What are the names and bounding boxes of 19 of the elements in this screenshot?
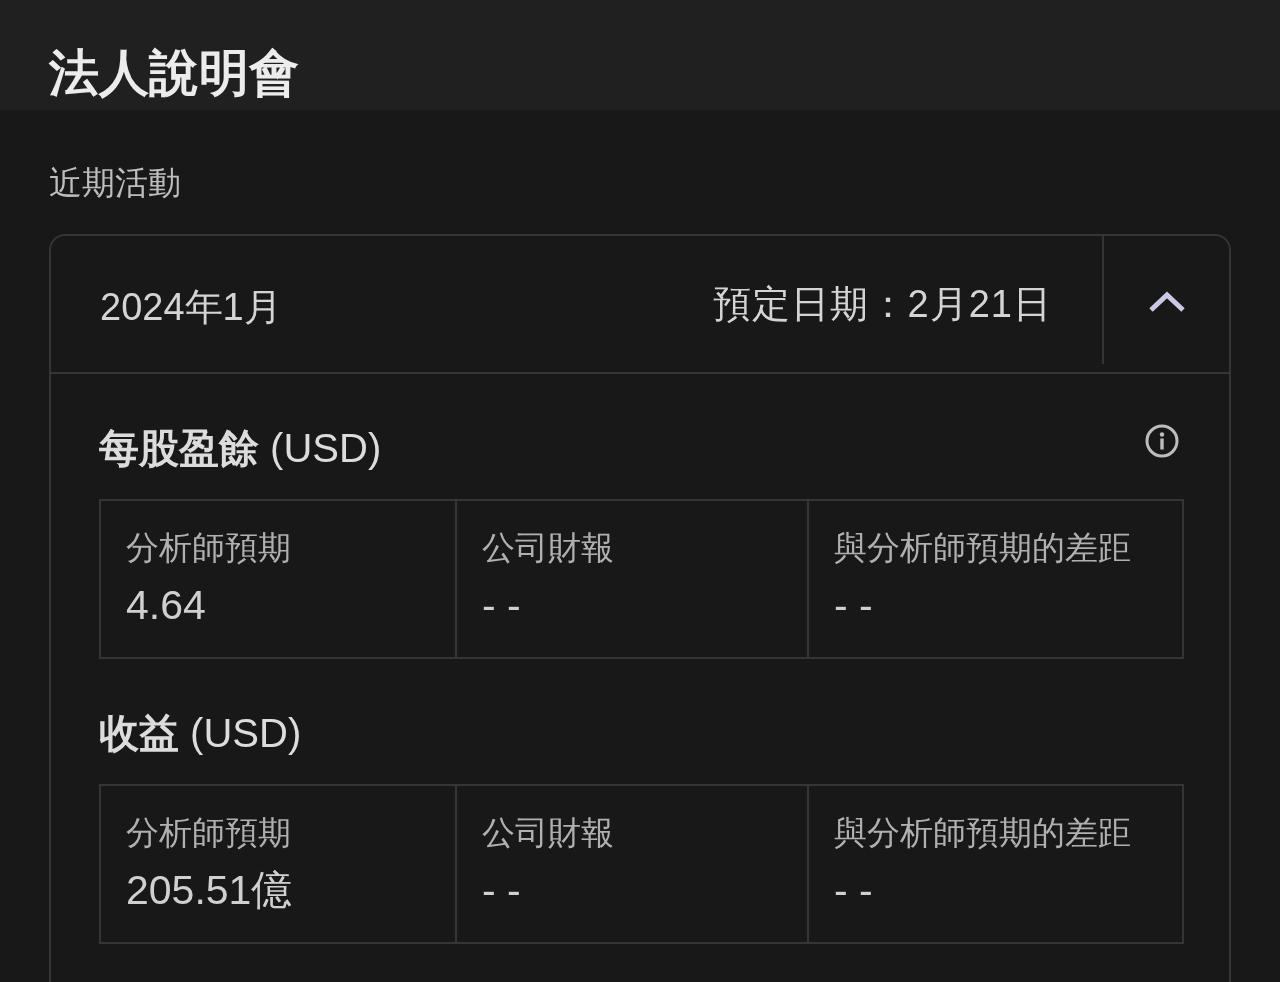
cell-label: 與分析師預期的差距 [834, 813, 1131, 853]
cell-label: 分析師預期 [126, 528, 291, 568]
cell-value: 4.64 [126, 581, 206, 630]
metric-heading: 收益 (USD) [99, 710, 302, 757]
cell-value: - - [482, 866, 521, 915]
period-label: 2024年1月 [100, 284, 282, 330]
section-label: 近期活動 [49, 165, 181, 201]
cell-value: 205.51億 [126, 866, 293, 915]
cell-value: - - [834, 581, 873, 630]
info-icon[interactable] [1145, 424, 1179, 458]
cell-value: - - [482, 581, 521, 630]
cell-value: - - [834, 866, 873, 915]
cell-label: 公司財報 [482, 813, 614, 853]
cell-label: 與分析師預期的差距 [834, 528, 1131, 568]
scheduled-date: 預定日期：2月21日 [712, 281, 1052, 327]
cell-label: 公司財報 [482, 528, 614, 568]
metric-heading: 每股盈餘 (USD) [99, 425, 382, 472]
page-title: 法人說明會 [49, 44, 299, 103]
cell-label: 分析師預期 [126, 813, 291, 853]
